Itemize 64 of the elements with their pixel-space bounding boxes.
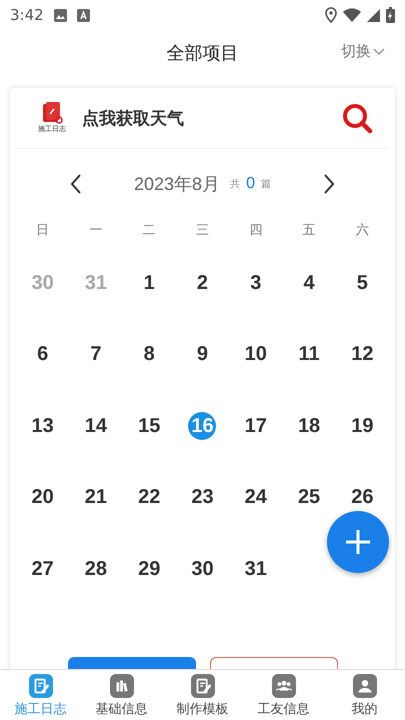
weekday-label: 六 xyxy=(356,223,369,238)
calendar-day[interactable]: 15 xyxy=(138,416,160,436)
calendar-day[interactable]: 21 xyxy=(84,487,108,508)
calendar-day[interactable]: 9 xyxy=(196,344,208,364)
weekday-label: 一 xyxy=(89,223,102,238)
calendar-day[interactable]: 29 xyxy=(138,558,160,579)
signal-icon xyxy=(367,8,380,22)
outline-button[interactable] xyxy=(210,657,338,669)
tab-item[interactable]: 制作模板 xyxy=(162,670,243,720)
status-time: 3:42 xyxy=(10,6,44,24)
calendar-day[interactable]: 22 xyxy=(138,487,160,508)
location-icon xyxy=(325,7,337,23)
calendar-day[interactable]: 2 xyxy=(196,272,208,293)
calendar-day[interactable]: 4 xyxy=(304,272,315,293)
calendar-day[interactable]: 6 xyxy=(37,344,48,364)
calendar-day[interactable]: 1 xyxy=(144,272,155,293)
total-suffix: 篇 xyxy=(260,178,271,191)
calendar-day[interactable]: 26 xyxy=(351,487,374,508)
calendar-day[interactable]: 12 xyxy=(351,344,374,364)
month-label: 2023年8月 xyxy=(134,173,220,196)
text-box-icon xyxy=(76,8,90,22)
calendar-day[interactable]: 18 xyxy=(298,416,320,436)
calendar-day[interactable]: 28 xyxy=(84,558,108,579)
calendar-day[interactable]: 30 xyxy=(191,558,214,579)
calendar-day[interactable]: 10 xyxy=(244,344,267,364)
calendar-day[interactable]: 7 xyxy=(90,344,102,364)
weather-link[interactable]: 点我获取天气 xyxy=(82,106,184,130)
calendar-day[interactable]: 11 xyxy=(298,344,320,364)
note-edit-icon xyxy=(190,674,214,698)
battery-icon xyxy=(386,7,395,23)
calendar-day[interactable]: 23 xyxy=(191,487,214,508)
calendar-day[interactable]: 5 xyxy=(356,272,368,293)
calendar-day[interactable]: 27 xyxy=(32,558,54,579)
weekday-label: 二 xyxy=(142,223,156,238)
calendar-day[interactable]: 20 xyxy=(32,487,54,508)
calendar-day[interactable]: 17 xyxy=(244,416,267,436)
calendar-day[interactable]: 3 xyxy=(250,272,262,293)
calendar-day[interactable]: 25 xyxy=(298,487,320,508)
tab-item[interactable]: 工友信息 xyxy=(243,670,324,720)
calendar-day[interactable]: 13 xyxy=(32,416,54,436)
switch-dropdown[interactable]: 切换 xyxy=(341,42,385,61)
weekday-label: 日 xyxy=(36,223,50,238)
search-icon[interactable] xyxy=(341,102,373,134)
weekday-label: 四 xyxy=(249,223,262,238)
books-icon xyxy=(110,674,134,698)
weekday-label: 五 xyxy=(302,223,316,238)
person-icon xyxy=(352,674,376,698)
tab-item[interactable]: 基础信息 xyxy=(81,670,162,720)
tab-item[interactable]: 我的 xyxy=(324,670,405,720)
calendar-day[interactable]: 8 xyxy=(144,344,155,364)
plus-icon xyxy=(344,528,372,556)
calendar-day[interactable]: 24 xyxy=(244,487,267,508)
total-prefix: 共 xyxy=(230,178,240,191)
note-edit-icon xyxy=(28,674,52,698)
caret-icon xyxy=(373,48,385,56)
group-icon xyxy=(272,674,296,698)
entry-count: 0 xyxy=(246,175,255,193)
calendar-day[interactable]: 31 xyxy=(244,558,267,579)
page-title: 全部项目 xyxy=(166,42,238,65)
calendar-day[interactable]: 14 xyxy=(84,416,108,436)
image-icon xyxy=(54,8,67,22)
weekday-label: 三 xyxy=(196,223,209,238)
wifi-icon xyxy=(343,8,361,22)
calendar-day[interactable]: 19 xyxy=(351,416,374,436)
